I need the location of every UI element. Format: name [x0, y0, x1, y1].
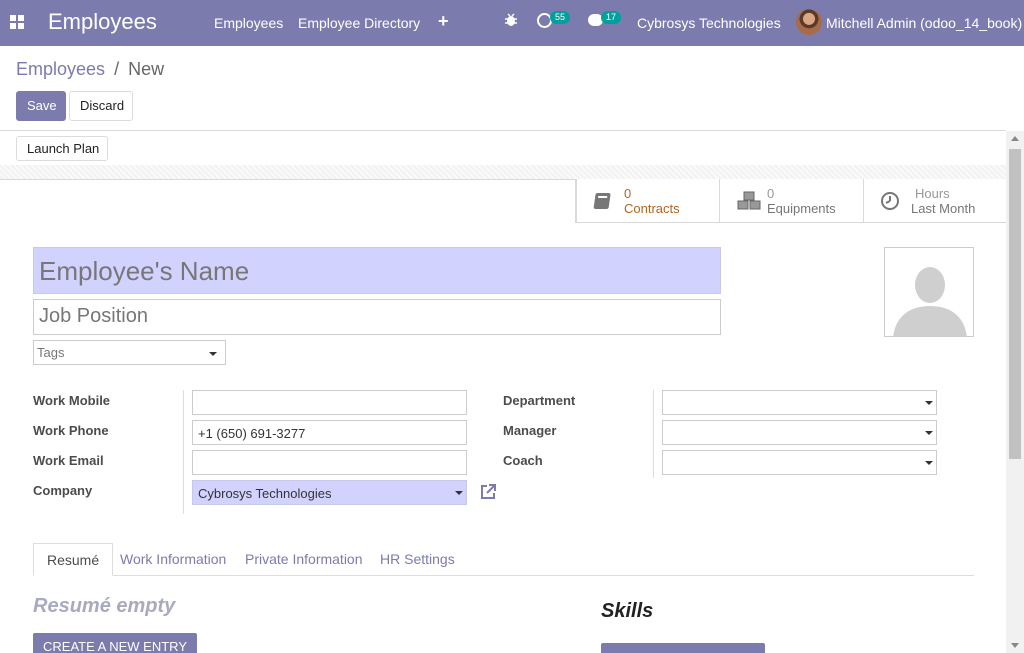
user-menu[interactable]: Mitchell Admin (odoo_14_book): [826, 15, 1022, 31]
skills-button[interactable]: [601, 643, 765, 653]
chevron-down-icon: [209, 352, 217, 356]
breadcrumb-employees[interactable]: Employees: [16, 59, 105, 79]
coach-select[interactable]: [662, 450, 937, 475]
book-icon: [593, 193, 611, 209]
bug-icon[interactable]: [505, 13, 517, 27]
tags-input[interactable]: Tags: [33, 340, 226, 365]
app-title[interactable]: Employees: [48, 9, 157, 35]
scroll-down-arrow-icon[interactable]: [1011, 643, 1019, 648]
activity-count-badge: 55: [550, 11, 571, 24]
plus-icon[interactable]: +: [438, 11, 449, 32]
work-phone-label: Work Phone: [33, 423, 109, 438]
equipments-count: 0: [767, 186, 775, 201]
work-email-input[interactable]: [192, 450, 467, 475]
work-mobile-label: Work Mobile: [33, 393, 111, 408]
chevron-down-icon: [925, 461, 933, 465]
hours-smart-button[interactable]: Hours Last Month: [863, 179, 1006, 222]
scroll-up-arrow-icon[interactable]: [1011, 136, 1019, 141]
contracts-smart-button[interactable]: 0 Contracts: [576, 179, 719, 222]
smart-button-box: 0 Contracts 0 Equipments Hours Last Mont…: [575, 179, 1006, 223]
clock-icon: [881, 192, 899, 210]
tab-private-information[interactable]: Private Information: [232, 543, 376, 576]
company-value: Cybrosys Technologies: [198, 486, 332, 501]
manager-label: Manager: [503, 423, 557, 438]
job-position-input[interactable]: Job Position: [33, 299, 721, 335]
resume-empty-text: Resumé empty: [33, 595, 176, 617]
right-group-separator: [653, 390, 654, 478]
user-avatar[interactable]: [796, 9, 822, 35]
tab-work-information[interactable]: Work Information: [107, 543, 239, 576]
department-select[interactable]: [662, 390, 937, 415]
breadcrumb-current: New: [128, 59, 165, 79]
tags-placeholder: Tags: [37, 345, 65, 360]
equipments-label: Equipments: [767, 201, 836, 216]
cubes-icon: [737, 191, 761, 210]
company-label: Company: [33, 483, 93, 498]
hours-value: Hours: [915, 186, 950, 201]
department-label: Department: [503, 393, 576, 408]
menu-employees[interactable]: Employees: [214, 15, 283, 31]
external-link-icon[interactable]: [479, 483, 497, 501]
breadcrumb: Employees / New: [16, 59, 164, 80]
create-entry-button[interactable]: CREATE A NEW ENTRY: [33, 633, 197, 653]
work-email-label: Work Email: [33, 453, 104, 468]
employee-photo[interactable]: [884, 247, 974, 337]
chevron-down-icon: [925, 401, 933, 405]
coach-label: Coach: [503, 453, 543, 468]
tab-resume[interactable]: Resumé: [33, 543, 114, 576]
contracts-count: 0: [624, 186, 632, 201]
equipments-smart-button[interactable]: 0 Equipments: [719, 179, 862, 222]
employee-name-input[interactable]: Employee's Name: [33, 247, 721, 294]
discard-button[interactable]: Discard: [69, 91, 133, 121]
hours-label: Last Month: [911, 201, 976, 216]
contracts-label: Contracts: [624, 201, 680, 216]
launch-plan-button[interactable]: Launch Plan: [16, 136, 108, 161]
company-select[interactable]: Cybrosys Technologies: [192, 480, 467, 505]
statusbar: [0, 131, 1006, 165]
skills-title: Skills: [601, 600, 654, 622]
notebook-tabs: Resumé Work Information Private Informat…: [33, 543, 974, 576]
left-group-separator: [183, 390, 184, 514]
menu-employee-directory[interactable]: Employee Directory: [298, 15, 420, 31]
chevron-down-icon: [925, 431, 933, 435]
company-switcher[interactable]: Cybrosys Technologies: [637, 15, 781, 31]
save-button[interactable]: Save: [16, 91, 66, 121]
work-phone-input[interactable]: +1 (650) 691-3277: [192, 420, 467, 445]
avatar-placeholder-icon: [893, 267, 967, 336]
vertical-scrollbar[interactable]: [1006, 131, 1024, 653]
manager-select[interactable]: [662, 420, 937, 445]
breadcrumb-separator: /: [114, 59, 120, 79]
apps-menu-icon[interactable]: [10, 15, 24, 29]
scrollbar-thumb[interactable]: [1009, 149, 1021, 459]
message-count-badge: 17: [601, 11, 622, 24]
work-mobile-input[interactable]: [192, 390, 467, 415]
top-navbar: Employees Employees Employee Directory +…: [0, 0, 1024, 46]
tab-hr-settings[interactable]: HR Settings: [367, 543, 468, 576]
chevron-down-icon: [455, 491, 463, 495]
